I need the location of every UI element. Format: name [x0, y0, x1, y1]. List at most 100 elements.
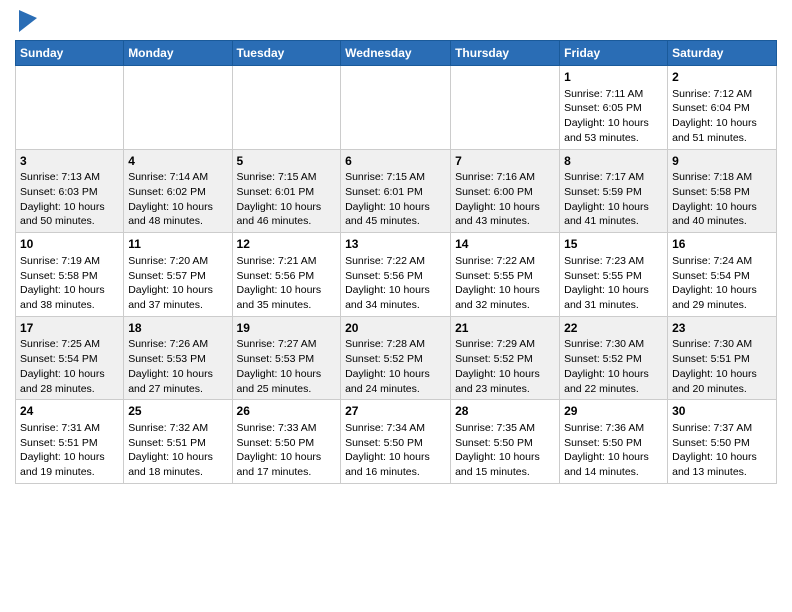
day-cell: 22Sunrise: 7:30 AMSunset: 5:52 PMDayligh… [560, 316, 668, 400]
day-info: Sunrise: 7:30 AM [564, 337, 663, 352]
day-info: Sunrise: 7:29 AM [455, 337, 555, 352]
day-info: Daylight: 10 hours and 22 minutes. [564, 367, 663, 396]
day-info: Daylight: 10 hours and 14 minutes. [564, 450, 663, 479]
day-cell: 16Sunrise: 7:24 AMSunset: 5:54 PMDayligh… [668, 233, 777, 317]
day-cell: 11Sunrise: 7:20 AMSunset: 5:57 PMDayligh… [124, 233, 232, 317]
day-cell: 20Sunrise: 7:28 AMSunset: 5:52 PMDayligh… [341, 316, 451, 400]
day-info: Sunset: 6:00 PM [455, 185, 555, 200]
weekday-header-sunday: Sunday [16, 41, 124, 66]
day-info: Daylight: 10 hours and 46 minutes. [237, 200, 337, 229]
day-info: Daylight: 10 hours and 48 minutes. [128, 200, 227, 229]
day-number: 6 [345, 153, 446, 170]
day-info: Sunrise: 7:16 AM [455, 170, 555, 185]
day-info: Sunset: 5:56 PM [345, 269, 446, 284]
logo-icon [19, 10, 37, 32]
day-info: Daylight: 10 hours and 38 minutes. [20, 283, 119, 312]
day-info: Sunrise: 7:21 AM [237, 254, 337, 269]
day-info: Daylight: 10 hours and 53 minutes. [564, 116, 663, 145]
day-cell: 28Sunrise: 7:35 AMSunset: 5:50 PMDayligh… [451, 400, 560, 484]
day-info: Sunset: 5:56 PM [237, 269, 337, 284]
day-cell: 26Sunrise: 7:33 AMSunset: 5:50 PMDayligh… [232, 400, 341, 484]
day-cell: 30Sunrise: 7:37 AMSunset: 5:50 PMDayligh… [668, 400, 777, 484]
day-info: Sunrise: 7:13 AM [20, 170, 119, 185]
day-info: Sunrise: 7:14 AM [128, 170, 227, 185]
day-info: Daylight: 10 hours and 28 minutes. [20, 367, 119, 396]
day-cell: 27Sunrise: 7:34 AMSunset: 5:50 PMDayligh… [341, 400, 451, 484]
day-number: 17 [20, 320, 119, 337]
day-info: Sunset: 5:52 PM [455, 352, 555, 367]
day-info: Sunset: 5:53 PM [237, 352, 337, 367]
day-info: Sunrise: 7:15 AM [237, 170, 337, 185]
week-row-4: 17Sunrise: 7:25 AMSunset: 5:54 PMDayligh… [16, 316, 777, 400]
day-info: Sunrise: 7:15 AM [345, 170, 446, 185]
day-info: Sunset: 5:55 PM [564, 269, 663, 284]
week-row-1: 1Sunrise: 7:11 AMSunset: 6:05 PMDaylight… [16, 66, 777, 150]
day-cell: 29Sunrise: 7:36 AMSunset: 5:50 PMDayligh… [560, 400, 668, 484]
header [15, 10, 777, 32]
day-number: 28 [455, 403, 555, 420]
day-info: Sunset: 5:50 PM [564, 436, 663, 451]
day-cell: 4Sunrise: 7:14 AMSunset: 6:02 PMDaylight… [124, 149, 232, 233]
day-info: Sunset: 5:55 PM [455, 269, 555, 284]
day-info: Sunset: 6:05 PM [564, 101, 663, 116]
day-cell: 6Sunrise: 7:15 AMSunset: 6:01 PMDaylight… [341, 149, 451, 233]
day-number: 30 [672, 403, 772, 420]
day-cell: 2Sunrise: 7:12 AMSunset: 6:04 PMDaylight… [668, 66, 777, 150]
day-info: Daylight: 10 hours and 17 minutes. [237, 450, 337, 479]
day-number: 15 [564, 236, 663, 253]
day-info: Sunset: 6:04 PM [672, 101, 772, 116]
day-number: 25 [128, 403, 227, 420]
day-info: Sunset: 5:58 PM [20, 269, 119, 284]
day-info: Sunrise: 7:22 AM [345, 254, 446, 269]
day-info: Daylight: 10 hours and 50 minutes. [20, 200, 119, 229]
day-info: Daylight: 10 hours and 31 minutes. [564, 283, 663, 312]
day-cell [232, 66, 341, 150]
day-info: Sunset: 5:58 PM [672, 185, 772, 200]
day-cell: 13Sunrise: 7:22 AMSunset: 5:56 PMDayligh… [341, 233, 451, 317]
day-number: 26 [237, 403, 337, 420]
day-info: Sunset: 5:52 PM [345, 352, 446, 367]
day-number: 7 [455, 153, 555, 170]
day-info: Sunrise: 7:20 AM [128, 254, 227, 269]
page: SundayMondayTuesdayWednesdayThursdayFrid… [0, 0, 792, 499]
day-info: Sunrise: 7:34 AM [345, 421, 446, 436]
day-info: Sunrise: 7:12 AM [672, 87, 772, 102]
day-cell [341, 66, 451, 150]
day-number: 10 [20, 236, 119, 253]
day-info: Sunrise: 7:19 AM [20, 254, 119, 269]
day-info: Sunset: 5:53 PM [128, 352, 227, 367]
day-info: Sunset: 5:50 PM [672, 436, 772, 451]
day-info: Daylight: 10 hours and 25 minutes. [237, 367, 337, 396]
day-info: Sunrise: 7:23 AM [564, 254, 663, 269]
weekday-header-friday: Friday [560, 41, 668, 66]
day-info: Daylight: 10 hours and 23 minutes. [455, 367, 555, 396]
day-info: Daylight: 10 hours and 20 minutes. [672, 367, 772, 396]
week-row-2: 3Sunrise: 7:13 AMSunset: 6:03 PMDaylight… [16, 149, 777, 233]
day-info: Sunrise: 7:22 AM [455, 254, 555, 269]
day-info: Sunrise: 7:30 AM [672, 337, 772, 352]
weekday-header-monday: Monday [124, 41, 232, 66]
day-info: Sunrise: 7:37 AM [672, 421, 772, 436]
day-info: Daylight: 10 hours and 32 minutes. [455, 283, 555, 312]
day-info: Sunrise: 7:18 AM [672, 170, 772, 185]
day-info: Daylight: 10 hours and 51 minutes. [672, 116, 772, 145]
day-info: Daylight: 10 hours and 45 minutes. [345, 200, 446, 229]
day-info: Sunrise: 7:36 AM [564, 421, 663, 436]
day-info: Daylight: 10 hours and 16 minutes. [345, 450, 446, 479]
day-cell: 15Sunrise: 7:23 AMSunset: 5:55 PMDayligh… [560, 233, 668, 317]
day-info: Daylight: 10 hours and 43 minutes. [455, 200, 555, 229]
weekday-header-wednesday: Wednesday [341, 41, 451, 66]
week-row-3: 10Sunrise: 7:19 AMSunset: 5:58 PMDayligh… [16, 233, 777, 317]
day-info: Daylight: 10 hours and 41 minutes. [564, 200, 663, 229]
day-number: 9 [672, 153, 772, 170]
day-number: 29 [564, 403, 663, 420]
day-info: Sunset: 6:03 PM [20, 185, 119, 200]
day-info: Daylight: 10 hours and 18 minutes. [128, 450, 227, 479]
day-number: 22 [564, 320, 663, 337]
weekday-header-thursday: Thursday [451, 41, 560, 66]
day-number: 21 [455, 320, 555, 337]
day-info: Sunrise: 7:26 AM [128, 337, 227, 352]
day-info: Sunset: 5:51 PM [20, 436, 119, 451]
day-info: Sunrise: 7:17 AM [564, 170, 663, 185]
day-cell: 21Sunrise: 7:29 AMSunset: 5:52 PMDayligh… [451, 316, 560, 400]
